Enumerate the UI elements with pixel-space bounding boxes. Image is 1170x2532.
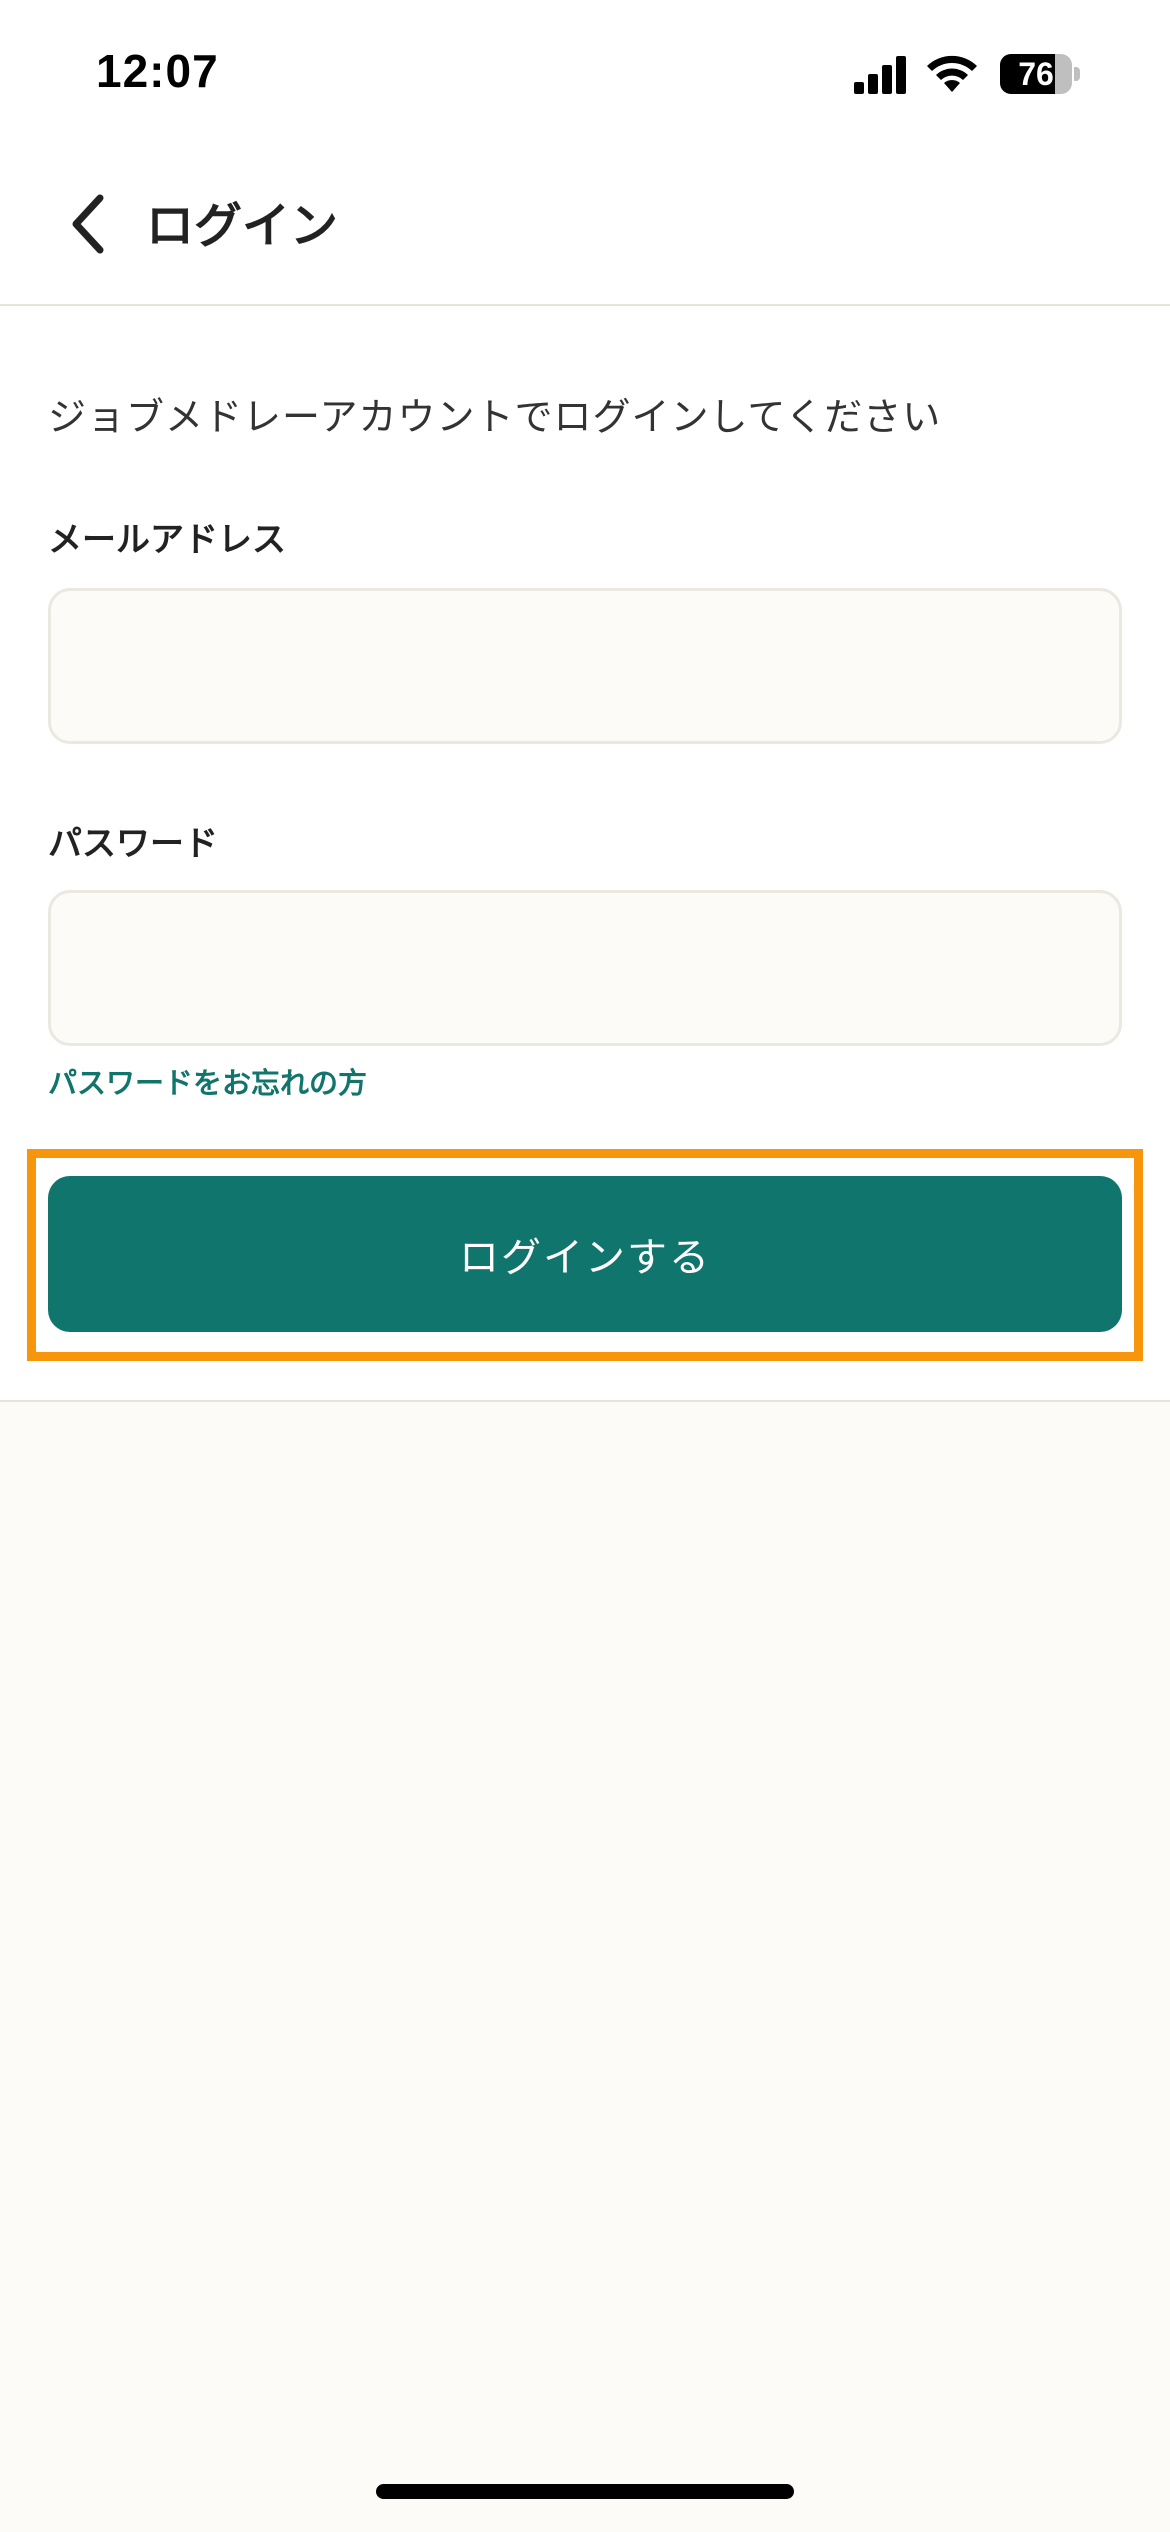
forgot-password-link[interactable]: パスワードをお忘れの方 [48,1060,367,1102]
battery-level: 76 [1018,56,1054,92]
status-icons: 76 [854,50,1114,98]
intro-text: ジョブメドレーアカウントでログインしてください [48,395,942,439]
status-time: 12:07 [96,45,219,97]
chevron-left-icon [68,192,108,260]
battery-tip [1074,67,1080,81]
login-form: ジョブメドレーアカウントでログインしてください メールアドレス パスワード パス… [0,306,1170,1402]
email-label: メールアドレス [48,520,286,560]
status-bar: 12:07 76 [0,0,1170,150]
home-indicator[interactable] [376,2484,794,2499]
battery-icon: 76 [1000,54,1080,94]
email-field[interactable] [48,588,1122,744]
page-title: ログイン [146,198,339,254]
password-label: パスワード [48,824,218,864]
login-button[interactable]: ログインする [48,1176,1122,1332]
battery-body: 76 [1000,54,1072,94]
back-button[interactable] [48,186,128,266]
navigation-header: ログイン [0,150,1170,306]
wifi-icon [924,52,980,98]
cellular-signal-icon [854,54,908,98]
password-field[interactable] [48,890,1122,1046]
